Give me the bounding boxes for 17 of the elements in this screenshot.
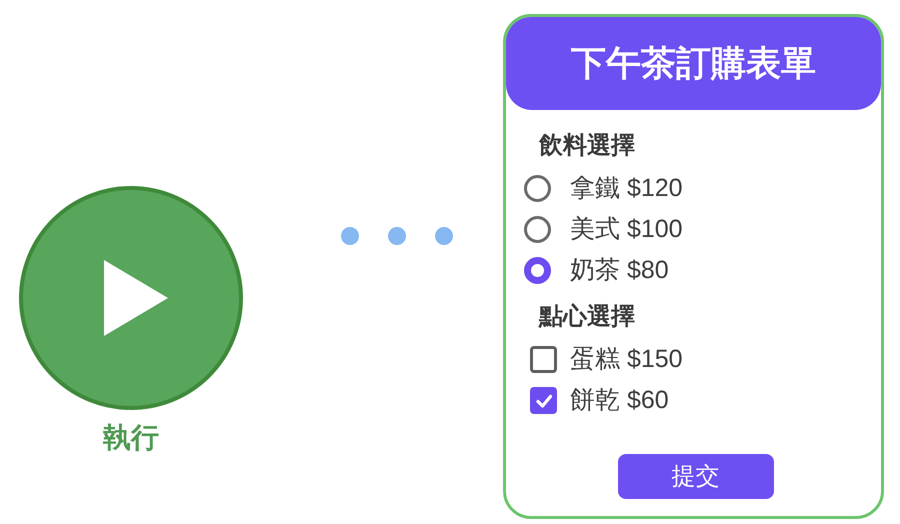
- submit-button[interactable]: 提交: [618, 454, 774, 499]
- radio-button[interactable]: [524, 257, 551, 284]
- loading-dots-icon: [340, 226, 454, 246]
- checkbox[interactable]: [530, 387, 557, 414]
- option-label: 餅乾 $60: [570, 388, 669, 413]
- radio-button[interactable]: [524, 216, 551, 243]
- section-heading: 飲料選擇: [539, 131, 636, 161]
- form-title: 下午茶訂購表單: [571, 46, 816, 81]
- option-label: 美式 $100: [570, 217, 683, 242]
- option-label: 拿鐵 $120: [570, 176, 683, 201]
- radio-button[interactable]: [524, 175, 551, 202]
- section-heading: 點心選擇: [539, 302, 636, 332]
- option-label: 奶茶 $80: [570, 258, 669, 283]
- checkbox[interactable]: [530, 346, 557, 373]
- option-label: 蛋糕 $150: [570, 347, 683, 372]
- run-label: 執行: [103, 421, 159, 455]
- play-icon: [104, 260, 168, 336]
